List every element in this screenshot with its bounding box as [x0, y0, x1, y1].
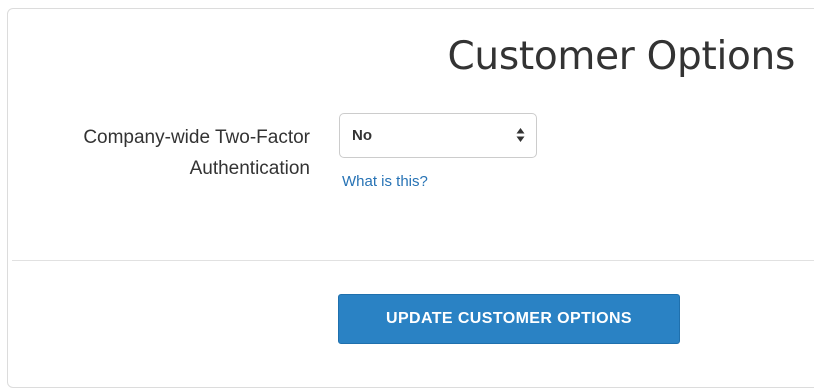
- sort-arrows-icon: [516, 127, 525, 143]
- page-title: Customer Options: [447, 34, 795, 79]
- form-divider: [12, 260, 814, 261]
- two-factor-select-value: No: [352, 127, 372, 144]
- what-is-this-link[interactable]: What is this?: [342, 172, 428, 192]
- two-factor-select[interactable]: No: [339, 113, 537, 158]
- update-customer-options-button[interactable]: UPDATE CUSTOMER OPTIONS: [338, 294, 680, 344]
- two-factor-label: Company-wide Two-Factor Authentication: [83, 127, 310, 179]
